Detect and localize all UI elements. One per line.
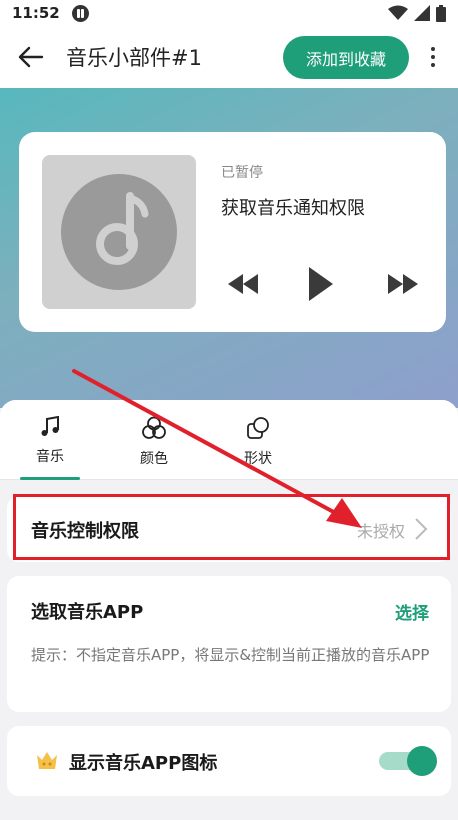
tab-label: 音乐 — [36, 449, 64, 465]
show-app-icon-row: 显示音乐APP图标 — [7, 726, 451, 796]
more-dot-icon — [431, 63, 435, 67]
highlight-annotation-box — [13, 494, 450, 560]
toggle-thumb — [407, 746, 437, 776]
battery-icon — [436, 4, 446, 22]
tab-label: 形状 — [244, 451, 272, 467]
widget-preview-area: 已暂停 获取音乐通知权限 — [0, 88, 458, 408]
play-button[interactable] — [303, 264, 339, 304]
color-circles-icon — [142, 416, 166, 439]
back-arrow-icon — [18, 46, 44, 68]
play-icon — [309, 267, 333, 301]
playback-status: 已暂停 — [221, 165, 263, 181]
more-options-button[interactable] — [420, 39, 446, 75]
tab-shape[interactable]: 形状 — [223, 416, 293, 474]
rewind-icon — [228, 274, 258, 294]
album-art — [42, 155, 196, 309]
notification-icon — [71, 4, 89, 22]
tab-music[interactable]: 音乐 — [15, 416, 85, 474]
shape-icon — [247, 417, 269, 439]
fast-forward-icon — [388, 274, 418, 294]
pick-app-hint: 提示：不指定音乐APP，将显示&控制当前正播放的音乐APP — [31, 646, 430, 664]
status-time: 11:52 — [12, 4, 60, 22]
add-to-favorites-button[interactable]: 添加到收藏 — [283, 36, 409, 79]
pick-app-title: 选取音乐APP — [31, 602, 144, 623]
status-icons — [388, 4, 446, 22]
status-bar: 11:52 — [0, 0, 458, 26]
track-title: 获取音乐通知权限 — [221, 198, 365, 219]
tab-bar: 音乐 颜色 形状 — [0, 400, 458, 480]
active-tab-indicator — [20, 477, 80, 480]
show-app-icon-toggle[interactable] — [375, 746, 437, 776]
music-note-icon — [41, 416, 59, 436]
tab-color[interactable]: 颜色 — [119, 416, 189, 474]
music-widget-card: 已暂停 获取音乐通知权限 — [19, 132, 446, 332]
settings-panel: 音乐 颜色 形状 音乐控制权限 未授权 选取音乐APP 选择 提示：不指定音乐A… — [0, 400, 458, 820]
page-title: 音乐小部件#1 — [66, 46, 202, 70]
signal-icon — [414, 5, 430, 21]
app-bar: 音乐小部件#1 添加到收藏 — [0, 26, 458, 88]
crown-icon — [37, 752, 57, 769]
show-icon-title: 显示音乐APP图标 — [69, 753, 218, 774]
music-disc-icon — [61, 174, 177, 290]
select-app-button[interactable]: 选择 — [395, 599, 429, 624]
tab-label: 颜色 — [140, 451, 168, 467]
more-dot-icon — [431, 47, 435, 51]
next-button[interactable] — [381, 264, 425, 304]
back-button[interactable] — [14, 40, 48, 74]
more-dot-icon — [431, 55, 435, 59]
pick-music-app-card: 选取音乐APP 选择 提示：不指定音乐APP，将显示&控制当前正播放的音乐APP — [7, 576, 451, 712]
previous-button[interactable] — [221, 264, 265, 304]
wifi-icon — [388, 5, 408, 20]
